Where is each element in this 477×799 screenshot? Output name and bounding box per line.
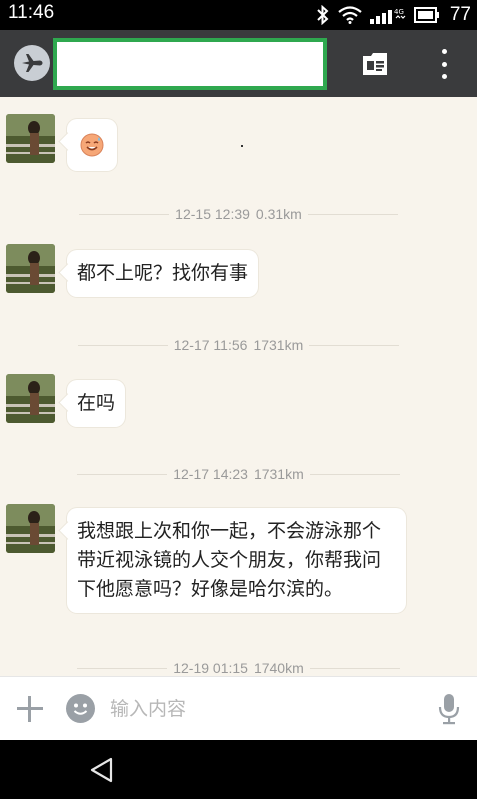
message-time: 12-15 12:39: [175, 206, 250, 222]
divider: [309, 473, 400, 475]
message-text: 在吗: [77, 392, 116, 414]
speck: [241, 145, 243, 147]
svg-text:4G: 4G: [394, 8, 404, 16]
message-bubble[interactable]: 在吗: [67, 380, 126, 427]
sender-avatar[interactable]: [6, 374, 55, 423]
system-nav-bar: [0, 740, 477, 799]
plus-icon[interactable]: [16, 695, 44, 723]
signal-4g-icon: 4G: [369, 8, 406, 24]
message-bubble[interactable]: 我想跟上次和你一起，不会游泳那个带近视泳镜的人交个朋友，你帮我问下他愿意吗？好像…: [67, 508, 406, 613]
message-time: 12-17 14:23: [173, 466, 248, 482]
chat-list[interactable]: 12-15 12:39 0.31km 都不上呢？找你有事 12-17 11:56…: [0, 97, 477, 676]
app-bar: [0, 30, 477, 97]
avatar-photo: [6, 374, 55, 423]
contact-avatar[interactable]: [14, 45, 50, 81]
sender-avatar[interactable]: [6, 504, 55, 553]
divider: [307, 213, 398, 215]
timestamp-row: 12-17 14:23 1731km: [0, 464, 477, 484]
emoji-face: [73, 703, 88, 715]
message-time: 12-17 11:56: [173, 337, 248, 353]
avatar-photo: [6, 504, 55, 553]
message-distance: 1731km: [253, 466, 304, 482]
divider: [309, 344, 400, 346]
more-vertical-icon[interactable]: [434, 47, 454, 81]
emoji-sweat-smile: [80, 133, 104, 157]
avatar-photo: [6, 244, 55, 293]
input-bar: [0, 676, 477, 740]
status-time: 11:46: [8, 2, 55, 23]
more-dot: [441, 74, 447, 79]
avatar-photo: [6, 114, 55, 163]
status-bar: 11:46 4G 77: [0, 0, 477, 30]
microphone-icon[interactable]: [438, 693, 460, 725]
status-icons: 4G 77: [316, 4, 471, 26]
message-distance: 1731km: [253, 337, 304, 353]
message-time: 12-19 01:15: [173, 660, 248, 676]
divider: [309, 667, 400, 669]
timestamp-row: 12-15 12:39 0.31km: [0, 204, 477, 224]
wifi-icon: [338, 6, 362, 24]
bluetooth-icon: [317, 5, 329, 25]
chat-title: [53, 38, 327, 90]
divider: [77, 667, 168, 669]
sender-avatar[interactable]: [6, 244, 55, 293]
sender-avatar[interactable]: [6, 114, 55, 163]
timestamp-row: 12-19 01:15 1740km: [0, 658, 477, 676]
divider: [79, 213, 170, 215]
divider: [77, 473, 168, 475]
message-bubble[interactable]: [67, 119, 117, 171]
battery-icon: [413, 7, 439, 23]
divider: [77, 344, 168, 346]
timestamp-row: 12-17 11:56 1731km: [0, 335, 477, 355]
message-bubble[interactable]: 都不上呢？找你有事: [67, 250, 259, 297]
back-triangle-icon[interactable]: [88, 756, 114, 784]
more-dot: [441, 49, 447, 54]
battery-level: 77: [449, 4, 471, 25]
emoji-icon[interactable]: [66, 694, 95, 723]
message-text: 我想跟上次和你一起，不会游泳那个带近视泳镜的人交个朋友，你帮我问下他愿意吗？好像…: [77, 520, 382, 600]
message-text: 都不上呢？找你有事: [77, 262, 249, 284]
message-distance: 0.31km: [255, 206, 302, 222]
message-distance: 1740km: [253, 660, 304, 676]
message-input[interactable]: [110, 693, 420, 725]
profile-card-icon[interactable]: [360, 50, 390, 78]
airplane-icon: [22, 54, 43, 72]
more-dot: [441, 61, 447, 67]
